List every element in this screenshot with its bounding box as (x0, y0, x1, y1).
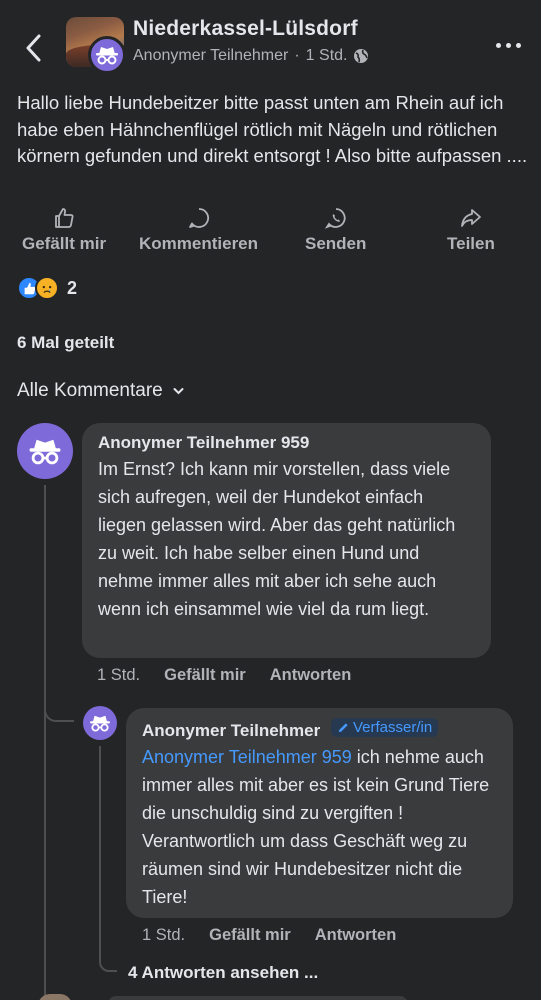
next-comment-bubble[interactable] (108, 996, 408, 1000)
comments-filter-dropdown[interactable]: Alle Kommentare (17, 380, 184, 402)
send-label: Senden (305, 234, 367, 253)
back-button[interactable] (14, 28, 54, 68)
comment-time: 1 Std. (97, 666, 141, 684)
comment-like-button[interactable]: Gefällt mir (164, 666, 246, 685)
incognito-icon (96, 47, 118, 65)
comment-text: Im Ernst? Ich kann mir vorstellen, dass … (98, 459, 456, 619)
reply-reply-button[interactable]: Antworten (315, 926, 397, 945)
thumbs-up-icon (55, 208, 74, 228)
like-label: Gefällt mir (22, 234, 107, 253)
reply-author-line: Anonymer Teilnehmer Verfasser/in (142, 718, 497, 741)
share-arrow-icon (461, 209, 481, 227)
replies-connector (99, 950, 117, 972)
reply-body: ich nehme auch immer alles mit aber es i… (142, 747, 490, 907)
next-comment-avatar[interactable] (38, 994, 72, 1000)
reply-author[interactable]: Anonymer Teilnehmer (142, 721, 320, 740)
reply-connector (44, 700, 74, 722)
commenter-avatar[interactable] (17, 423, 73, 479)
incognito-icon (29, 439, 61, 465)
share-label: Teilen (447, 234, 495, 253)
author-name[interactable]: Anonymer Teilnehmer (133, 47, 288, 65)
comment-author[interactable]: Anonymer Teilnehmer 959 (98, 433, 475, 453)
reaction-count: 2 (67, 277, 78, 298)
comment-bubble[interactable]: Anonymer Teilnehmer 959 Im Ernst? Ich ka… (82, 423, 491, 658)
comment-button[interactable]: Kommentieren (139, 206, 258, 254)
whatsapp-icon (324, 208, 346, 229)
more-options-button[interactable] (488, 30, 528, 60)
comment-reply-button[interactable]: Antworten (270, 666, 352, 685)
pencil-icon (338, 723, 348, 733)
reply-time: 1 Std. (142, 926, 186, 944)
post-time[interactable]: 1 Std. (306, 47, 348, 65)
incognito-icon (90, 715, 110, 732)
group-name[interactable]: Niederkassel-Lülsdorf (133, 17, 358, 41)
reply-actions: 1 Std. Gefällt mir Antworten (142, 926, 396, 945)
send-button[interactable]: Senden (305, 206, 366, 254)
share-count[interactable]: 6 Mal geteilt (17, 333, 114, 353)
reply-avatar[interactable] (83, 706, 117, 740)
author-badge: Verfasser/in (330, 718, 439, 737)
meta-separator: · (294, 47, 300, 64)
comment-icon (188, 208, 209, 228)
reply-like-button[interactable]: Gefällt mir (209, 926, 291, 945)
comment-label: Kommentieren (139, 234, 259, 253)
sad-reaction-icon (35, 276, 59, 300)
comments-filter-label: Alle Kommentare (17, 380, 163, 401)
anonymous-avatar (88, 36, 126, 74)
mention-link[interactable]: Anonymer Teilnehmer 959 (142, 747, 352, 767)
post-text: Hallo liebe Hundebeitzer bitte passt unt… (17, 92, 528, 166)
share-button[interactable]: Teilen (447, 206, 495, 254)
nested-thread-line (99, 746, 101, 952)
post-meta: Anonymer Teilnehmer · 1 Std. (133, 47, 369, 65)
reply-bubble[interactable]: Anonymer Teilnehmer Verfasser/in Anonyme… (126, 708, 513, 918)
author-badge-label: Verfasser/in (352, 719, 433, 736)
chevron-down-icon (173, 388, 184, 395)
reactions-summary[interactable]: 2 (17, 276, 77, 300)
comment-actions: 1 Std. Gefällt mir Antworten (97, 666, 351, 685)
chevron-left-icon (26, 34, 41, 62)
reply-text: Anonymer Teilnehmer 959 ich nehme auch i… (142, 743, 497, 911)
like-button[interactable]: Gefällt mir (22, 206, 106, 254)
view-replies-link[interactable]: 4 Antworten ansehen ... (128, 963, 318, 983)
globe-icon (354, 49, 369, 63)
thread-line (44, 485, 46, 1000)
